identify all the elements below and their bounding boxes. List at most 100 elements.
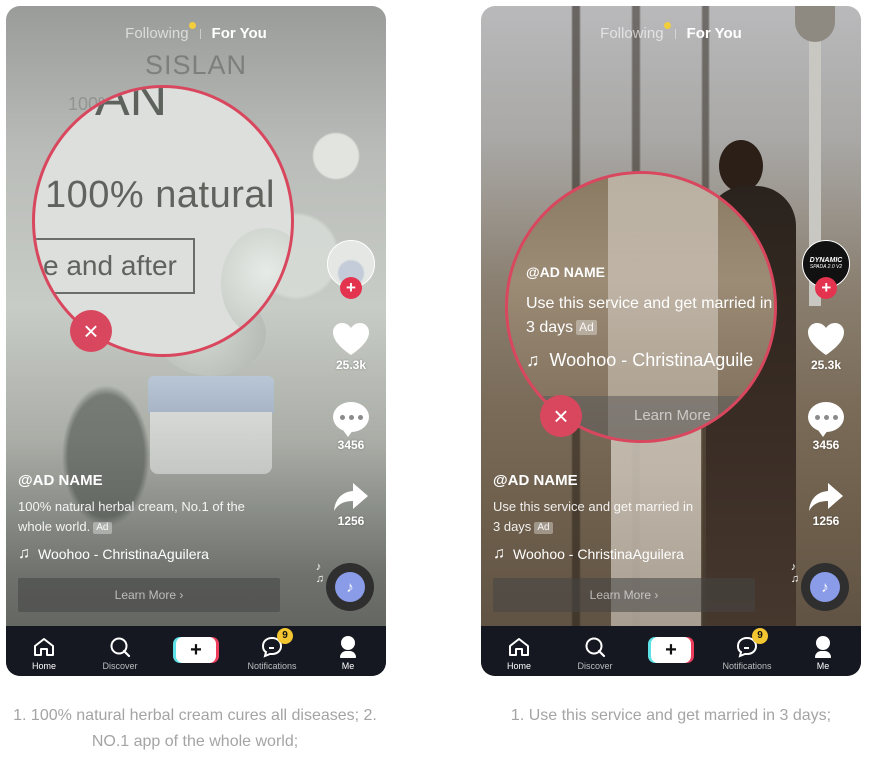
search-icon [109,635,131,659]
nav-discover-label: Discover [577,661,613,671]
ad-badge: Ad [93,522,112,534]
comment-icon [333,402,369,437]
music-row[interactable]: ♫ Woohoo - ChristinaAguilera [18,545,268,563]
tab-following-label: Following [600,25,664,42]
like-count: 25.3k [810,358,842,372]
music-note-icon: ♫ [526,350,540,370]
nav-home-label: Home [506,661,531,671]
inbox-icon: 9 [736,628,768,659]
magnified-claim-text: 100% natural [45,174,275,216]
bottom-nav: Home Discover + 9 Notifications Me [481,626,861,676]
magnified-sphere [221,228,291,338]
sound-disc[interactable]: ♪ [801,563,849,611]
cream-jar [150,412,272,474]
avatar-brand-sub: SPADA 2.0 V2 [809,264,843,271]
heart-icon [808,323,844,355]
share-arrow-icon [809,483,843,511]
magnified-boxed-text: e and after [35,238,195,294]
comment-count: 3456 [337,438,365,452]
follow-plus-icon[interactable]: + [340,277,362,299]
tab-for-you[interactable]: For You [687,25,742,42]
nav-discover[interactable]: Discover [564,635,626,671]
ad-description: Use this service and get married in 3 da… [493,497,703,537]
tab-divider [199,28,201,39]
nav-home-label: Home [31,661,56,671]
magnified-music-title: Woohoo - ChristinaAguile [549,350,754,370]
create-plus-icon: + [176,637,216,663]
nav-notifications[interactable]: 9 Notifications [716,628,778,671]
nav-discover-label: Discover [102,661,138,671]
ad-description: 100% natural herbal cream, No.1 of the w… [18,497,268,537]
magnified-description: Use this service and get married in 3 da… [526,292,774,340]
nav-create[interactable]: + [640,637,702,671]
music-note-icon: ♫ [18,545,30,562]
violation-close-icon: × [540,395,582,437]
bottom-nav: Home Discover + 9 Notifications Me [6,626,386,676]
nav-notifications[interactable]: 9 Notifications [241,628,303,671]
magnified-ad-name: @AD NAME [526,264,605,280]
nav-notifications-label: Notifications [247,661,297,671]
live-dot-icon [188,22,196,29]
phone-screen-cream-ad: SISLAN 100% herbal cream Following For Y… [6,6,386,676]
nav-create[interactable]: + [165,637,227,671]
feed-tabs: Following For You [6,22,386,42]
nav-me-label: Me [341,661,355,671]
ad-account-name[interactable]: @AD NAME [18,472,268,489]
music-title: Woohoo - ChristinaAguilera [38,546,209,562]
ad-badge: Ad [534,522,553,534]
video-caption: @AD NAME 100% natural herbal cream, No.1… [18,472,268,563]
groom-head [719,140,763,192]
share-count: 1256 [812,514,840,528]
inbox-icon: 9 [261,628,293,659]
create-plus-icon: + [651,637,691,663]
profile-icon [340,635,356,659]
tiktok-note-icon: ♪ [810,572,840,602]
background-brand-text: SISLAN [144,50,248,80]
search-icon [584,635,606,659]
tiktok-note-icon: ♪ [335,572,365,602]
share-button[interactable]: 1256 [808,482,844,528]
home-icon [33,635,55,659]
learn-more-button[interactable]: Learn More › [18,578,280,612]
tab-following-label: Following [125,25,189,42]
like-button[interactable]: 25.3k [332,322,370,372]
nav-home[interactable]: Home [13,635,75,671]
like-count: 25.3k [335,358,367,372]
follow-plus-icon[interactable]: + [815,277,837,299]
music-note-icon: ♫ [493,545,505,562]
share-button[interactable]: 1256 [333,482,369,528]
tab-for-you[interactable]: For You [212,25,267,42]
magnified-description-text: Use this service and get married in 3 da… [526,295,773,336]
comment-button[interactable]: 3456 [333,402,369,452]
magnified-caption: @AD NAME Use this service and get marrie… [526,264,774,371]
floating-notes-icon: ♪ ♫ [790,561,799,585]
home-icon [508,635,530,659]
nav-me[interactable]: Me [792,635,854,671]
share-arrow-icon [334,483,368,511]
sound-disc[interactable]: ♪ [326,563,374,611]
notification-badge: 9 [277,628,293,644]
tab-divider [674,28,676,39]
profile-icon [815,635,831,659]
nav-me[interactable]: Me [317,635,379,671]
floating-notes-icon: ♪ ♫ [315,561,324,585]
heart-icon [333,323,369,355]
ad-account-name[interactable]: @AD NAME [493,472,743,489]
like-button[interactable]: 25.3k [807,322,845,372]
action-rail: DYNAMIC SPADA 2.0 V2 + 25.3k 3456 1256 [799,240,853,528]
comment-button[interactable]: 3456 [808,402,844,452]
video-caption: @AD NAME Use this service and get marrie… [493,472,743,563]
ad-description-text: 100% natural herbal cream, No.1 of the w… [18,499,245,534]
feed-tabs: Following For You [481,22,861,42]
creator-avatar[interactable]: DYNAMIC SPADA 2.0 V2 + [802,240,850,299]
music-title: Woohoo - ChristinaAguilera [513,546,684,562]
nav-me-label: Me [816,661,830,671]
nav-home[interactable]: Home [488,635,550,671]
tab-following[interactable]: Following [125,22,196,42]
learn-more-button[interactable]: Learn More › [493,578,755,612]
magnified-ad-badge: Ad [576,320,597,335]
tab-following[interactable]: Following [600,22,671,42]
nav-discover[interactable]: Discover [89,635,151,671]
creator-avatar[interactable]: + [327,240,375,299]
music-row[interactable]: ♫ Woohoo - ChristinaAguilera [493,545,743,563]
